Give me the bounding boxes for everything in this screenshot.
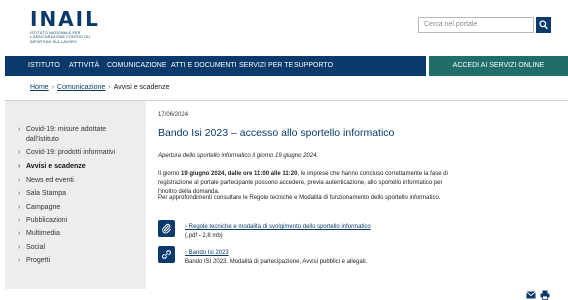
nav-item-supporto[interactable]: SUPPORTO <box>294 56 333 76</box>
site-header: INAIL ISTITUTO NAZIONALE PER L'ASSICURAZ… <box>0 0 568 55</box>
main-nav: ISTITUTO ATTIVITÀ COMUNICAZIONE ATTI E D… <box>5 56 426 76</box>
sidebar-item-label: News ed eventi <box>26 177 74 184</box>
sidebar-item-covid-prodotti[interactable]: › Covid-19: prodotti informativi <box>18 148 138 158</box>
attachment-description: Bando ISI 2023. Modalità di partecipazio… <box>185 259 368 265</box>
breadcrumb-separator: › <box>108 84 111 91</box>
paperclip-icon <box>162 223 171 234</box>
attachment-title: Bando Isi 2023 <box>188 250 229 256</box>
article-highlight: 19 giugno 2024, dalle ore 11:00 alle 11:… <box>181 171 298 177</box>
sidebar-item-multimedia[interactable]: › Multimedia <box>18 229 138 239</box>
sidebar-item-label: Campagne <box>26 204 61 211</box>
sidebar-item-label: Multimedia <box>26 230 60 237</box>
chevron-right-icon: › <box>18 149 21 156</box>
chevron-right-icon: › <box>18 217 21 224</box>
nav-item-attivita[interactable]: ATTIVITÀ <box>69 56 99 76</box>
article-paragraph: Per approfondimenti consultare le Regole… <box>158 195 441 201</box>
sidebar-item-label: Social <box>26 244 46 251</box>
link-icon-box[interactable] <box>158 246 175 263</box>
bando-link[interactable]: › Bando Isi 2023 <box>185 250 229 256</box>
breadcrumb-home[interactable]: Home <box>30 84 49 91</box>
chevron-right-icon: › <box>18 230 21 237</box>
nav-item-istituto[interactable]: ISTITUTO <box>28 56 60 76</box>
attachment-title: Regole tecniche e modalità di svolgiment… <box>188 224 371 230</box>
chevron-right-icon: › <box>18 244 21 251</box>
article-text: Il giorno <box>158 171 182 177</box>
search-input[interactable]: Cerca nel portale <box>418 17 534 33</box>
chevron-right-icon: › <box>18 204 21 211</box>
breadcrumb: Home › Comunicazione › Avvisi e scadenze <box>30 84 170 91</box>
sidebar-item-campagne[interactable]: › Campagne <box>18 203 138 213</box>
attachment-link[interactable]: › Regole tecniche e modalità di svolgime… <box>185 224 371 230</box>
logo-wordmark: INAIL <box>30 7 100 31</box>
sidebar-item-progetti[interactable]: › Progetti <box>18 256 138 266</box>
sidebar-nav: › Covid-19: misure adottate dall'Istituto… <box>5 101 146 289</box>
chevron-right-icon: › <box>18 257 21 264</box>
page-title: Bando Isi 2023 – accesso allo sportello … <box>158 127 395 139</box>
chevron-right-icon: › <box>18 190 21 197</box>
sidebar-item-label: Avvisi e scadenze <box>26 163 86 170</box>
attachment-icon-box[interactable] <box>158 220 175 237</box>
logo-tagline: ISTITUTO NAZIONALE PER L'ASSICURAZIONE C… <box>30 31 91 44</box>
article-lead: Apertura dello sportello informatico il … <box>158 153 319 159</box>
article-date: 17/06/2024 <box>158 112 189 118</box>
print-icon[interactable] <box>540 290 550 300</box>
chevron-right-icon: › <box>18 126 21 133</box>
sidebar-item-avvisi-scadenze[interactable]: › Avvisi e scadenze <box>18 162 138 172</box>
nav-item-comunicazione[interactable]: COMUNICAZIONE <box>107 56 167 76</box>
search-icon <box>539 20 548 30</box>
sidebar-item-label: Sala Stampa <box>26 190 67 197</box>
sidebar-item-covid-misure[interactable]: › Covid-19: misure adottate dall'Istituto <box>18 125 138 145</box>
sidebar-item-label: Covid-19: prodotti informativi <box>26 149 116 156</box>
sidebar-item-label: Progetti <box>26 257 51 264</box>
sidebar-item-label: Pubblicazioni <box>26 217 68 224</box>
sidebar-item-sala-stampa[interactable]: › Sala Stampa <box>18 189 138 199</box>
search-button[interactable] <box>536 17 551 33</box>
online-services-button[interactable]: ACCEDI AI SERVIZI ONLINE <box>429 56 568 76</box>
sidebar-item-pubblicazioni[interactable]: › Pubblicazioni <box>18 216 138 226</box>
mail-icon[interactable] <box>526 291 536 299</box>
chevron-right-icon: › <box>18 163 21 170</box>
nav-item-servizi-per-te[interactable]: SERVIZI PER TE <box>239 56 293 76</box>
link-icon <box>162 250 171 259</box>
inail-logo[interactable]: INAIL ISTITUTO NAZIONALE PER L'ASSICURAZ… <box>30 9 110 44</box>
breadcrumb-comunicazione[interactable]: Comunicazione <box>57 84 105 91</box>
article-paragraph: Il giorno 19 giugno 2024, dalle ore 11:0… <box>158 170 448 197</box>
attachment-meta: (.pdf - 2,8 mb) <box>185 233 223 239</box>
breadcrumb-separator: › <box>51 84 55 91</box>
nav-item-atti-e-documenti[interactable]: ATTI E DOCUMENTI <box>171 56 237 76</box>
chevron-right-icon: › <box>18 177 21 184</box>
breadcrumb-current: Avvisi e scadenze <box>113 84 170 91</box>
sidebar-item-social[interactable]: › Social <box>18 243 138 253</box>
sidebar-item-news-eventi[interactable]: › News ed eventi <box>18 176 138 186</box>
sidebar-item-label: Covid-19: misure adottate dall'Istituto <box>26 126 107 143</box>
